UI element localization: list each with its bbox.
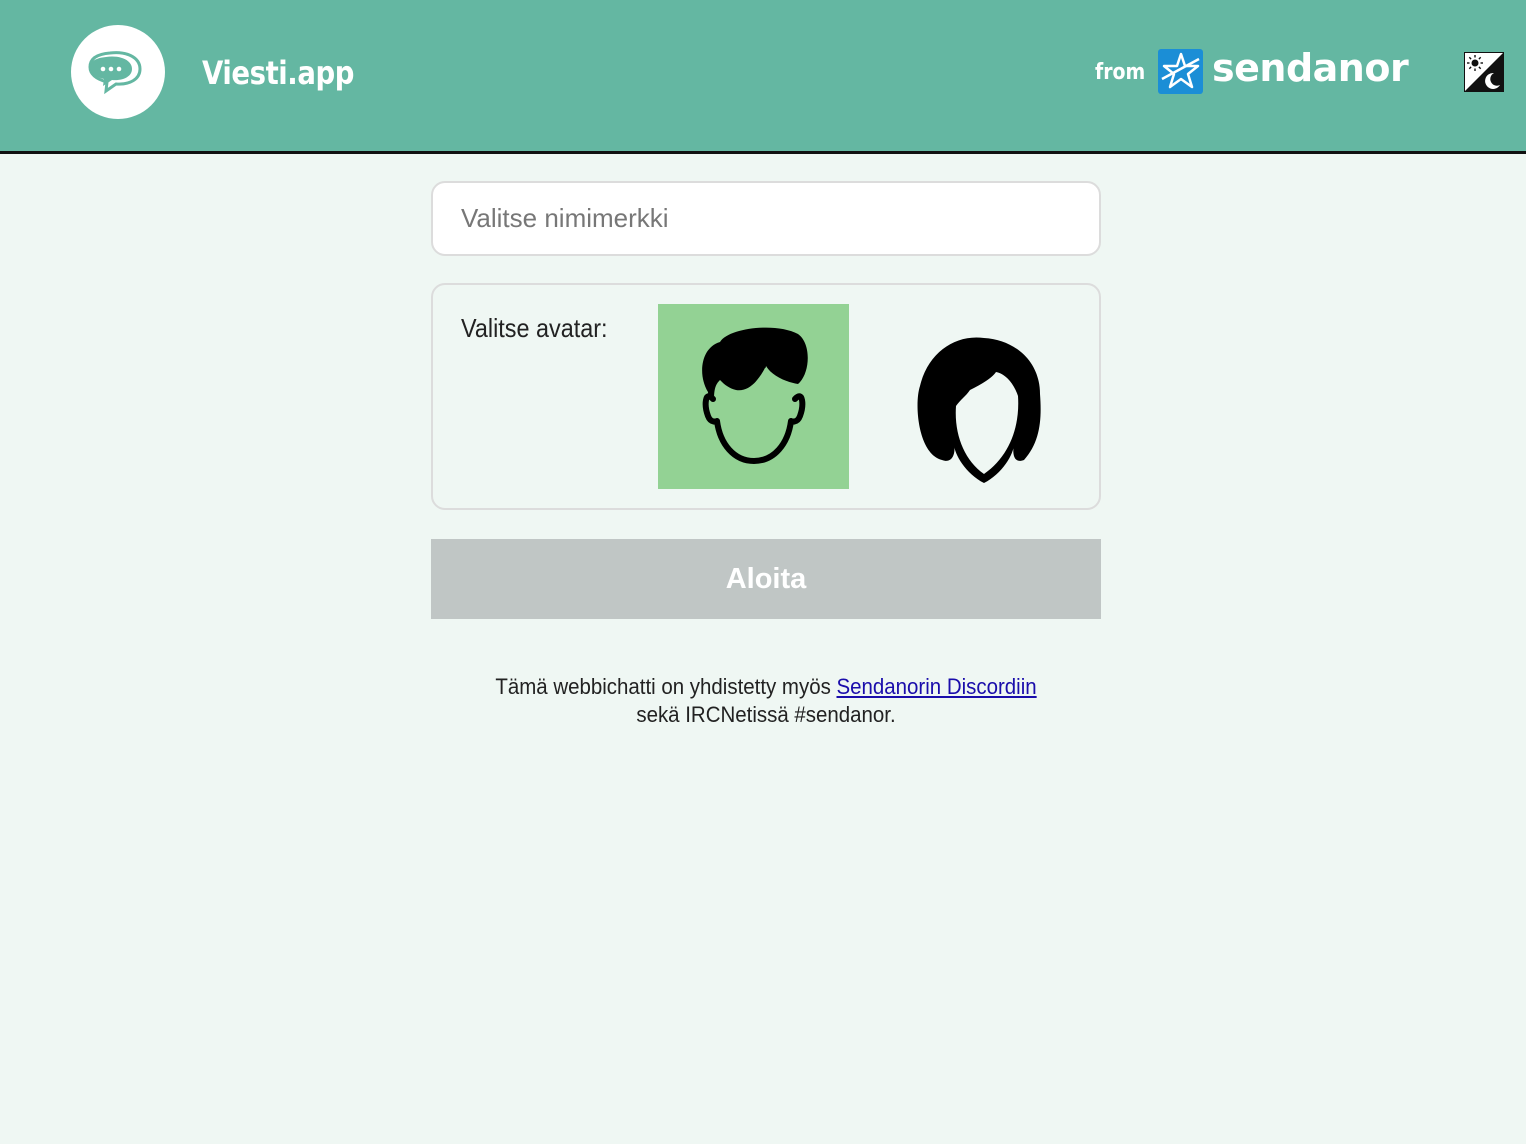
nickname-input[interactable]	[431, 181, 1101, 256]
female-avatar-icon	[917, 337, 1041, 483]
avatar-option-female[interactable]	[890, 304, 1081, 489]
from-label: from	[1095, 60, 1146, 85]
sun-moon-toggle-icon[interactable]	[1464, 52, 1504, 92]
info-text-before: Tämä webbichatti on yhdistetty myös	[495, 674, 837, 699]
chat-bubbles-icon	[88, 51, 142, 95]
app-header: Viesti.app from sendanor	[0, 0, 1526, 154]
discord-link[interactable]: Sendanorin Discordiin	[836, 674, 1036, 699]
sendanor-star-icon[interactable]	[1158, 49, 1203, 94]
male-avatar-icon	[702, 327, 808, 464]
avatar-option-male[interactable]	[658, 304, 849, 489]
info-line-1: Tämä webbichatti on yhdistetty myös Send…	[454, 673, 1077, 701]
info-text: Tämä webbichatti on yhdistetty myös Send…	[431, 673, 1101, 729]
info-line-2: sekä IRCNetissä #sendanor.	[636, 702, 896, 727]
avatar-label: Valitse avatar:	[461, 313, 608, 343]
app-title[interactable]: Viesti.app	[202, 54, 354, 92]
start-button[interactable]: Aloita	[431, 539, 1101, 619]
avatar-picker: Valitse avatar:	[431, 283, 1101, 510]
brand-name[interactable]: sendanor	[1212, 46, 1409, 90]
app-logo[interactable]	[71, 25, 165, 119]
